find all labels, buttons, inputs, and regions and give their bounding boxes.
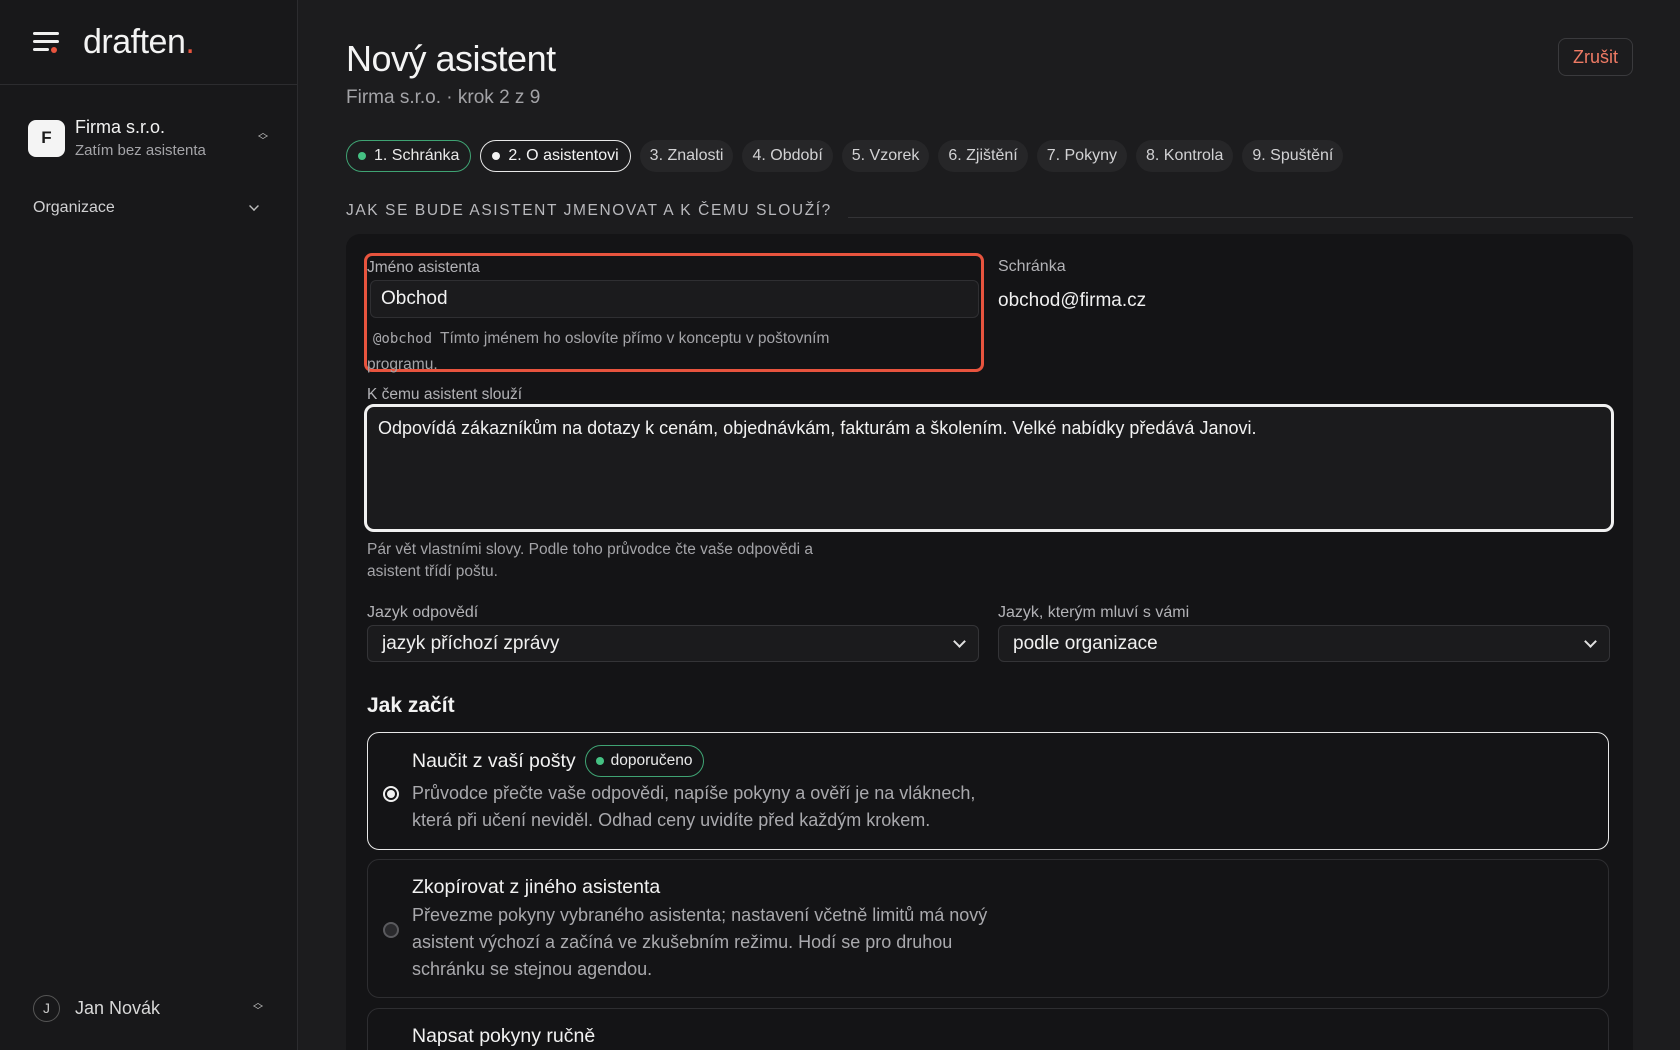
sidebar-header: draften. <box>0 0 297 85</box>
step-label: 5. Vzorek <box>851 147 920 164</box>
step-o-asistentovi[interactable]: 2. O asistentovi <box>480 140 631 172</box>
name-help-text: @obchod Tímto jménem ho oslovíte přímo v … <box>367 326 887 377</box>
option-description: Převezme pokyny vybraného asistenta; nas… <box>412 905 988 979</box>
step-label: 4. Období <box>752 147 823 164</box>
step-label: 1. Schránka <box>374 147 460 164</box>
wizard-steps: 1. Schránka 2. O asistentovi 3. Znalosti… <box>346 140 1344 172</box>
step-schranka[interactable]: 1. Schránka <box>346 140 472 172</box>
reply-language-select[interactable]: jazyk příchozí zprávy <box>367 625 979 662</box>
option-title-text: Naučit z vaší pošty <box>412 749 576 772</box>
step-znalosti[interactable]: 3. Znalosti <box>639 140 734 172</box>
mailbox-value: obchod@firma.cz <box>998 290 1147 311</box>
divider <box>847 216 1633 218</box>
page-subtitle: Firma s.r.o. · krok 2 z 9 <box>346 87 541 108</box>
option-learn-from-mail[interactable]: Naučit z vaší pošty doporučeno Průvodce … <box>367 732 1609 850</box>
recommended-badge: doporučeno <box>584 745 704 777</box>
ui-language-value: podle organizace <box>1013 632 1158 654</box>
name-label: Jméno asistenta <box>367 259 480 276</box>
ui-language-label: Jazyk, kterým mluví s vámi <box>998 604 1190 621</box>
purpose-textarea[interactable]: Odpovídá zákazníkům na dotazy k cenám, o… <box>364 404 1614 532</box>
step-vzorek[interactable]: 5. Vzorek <box>841 140 930 172</box>
section-heading: JAK SE BUDE ASISTENT JMENOVAT A K ČEMU S… <box>346 202 1633 220</box>
step-obdobi[interactable]: 4. Období <box>742 140 833 172</box>
badge-dot <box>595 757 604 765</box>
org-name: Firma s.r.o. <box>75 117 166 137</box>
step-pokyny[interactable]: 7. Pokyny <box>1036 140 1127 172</box>
user-name: Jan Novák <box>75 997 161 1018</box>
avatar: J <box>33 994 60 1022</box>
section-heading-text: JAK SE BUDE ASISTENT JMENOVAT A K ČEMU S… <box>346 202 832 219</box>
assistant-name-input[interactable] <box>370 280 979 318</box>
cancel-button[interactable]: Zrušit <box>1558 38 1633 76</box>
sidebar: draften. F Firma s.r.o. Zatím bez asiste… <box>0 0 298 1050</box>
ui-language-select[interactable]: podle organizace <box>998 625 1610 662</box>
menu-icon[interactable] <box>33 32 59 53</box>
step-label: 9. Spuštění <box>1252 147 1334 164</box>
org-avatar: F <box>28 119 65 157</box>
option-title-text: Napsat pokyny ručně <box>412 1025 596 1047</box>
user-switcher[interactable]: J Jan Novák ︿ ﹀ <box>33 993 265 1023</box>
option-title: Napsat pokyny ručně <box>412 1025 595 1048</box>
option-title: Zkopírovat z jiného asistenta <box>412 876 660 899</box>
chevron-up-down-icon: ︿ ﹀ <box>253 998 263 1017</box>
chevron-down-icon <box>953 634 966 648</box>
main-content: Nový asistent Firma s.r.o. · krok 2 z 9 … <box>298 0 1680 1050</box>
step-spusteni[interactable]: 9. Spuštění <box>1242 140 1344 172</box>
start-title: Jak začít <box>367 694 455 717</box>
step-label: 2. O asistentovi <box>508 147 619 164</box>
chevron-down-icon <box>249 201 259 211</box>
logo[interactable]: draften. <box>83 23 195 62</box>
step-zjisteni[interactable]: 6. Zjištění <box>938 140 1028 172</box>
radio-copy-assistant[interactable] <box>383 922 399 938</box>
option-write-manually[interactable]: Napsat pokyny ručně <box>367 1008 1609 1050</box>
radio-learn-from-mail[interactable] <box>383 786 399 802</box>
chevron-up-down-icon: ︿ ﹀ <box>258 128 268 147</box>
step-label: 6. Zjištění <box>948 147 1018 164</box>
step-label: 3. Znalosti <box>649 147 724 164</box>
mailbox-label: Schránka <box>998 258 1066 275</box>
reply-language-label: Jazyk odpovědí <box>367 604 479 621</box>
sidebar-item-label: Organizace <box>33 199 115 216</box>
page-title: Nový asistent <box>346 38 556 79</box>
name-field-group: Jméno asistenta @obchodTímto jménem ho o… <box>364 253 984 373</box>
sidebar-item-organizace[interactable]: Organizace <box>33 199 265 217</box>
step-status-dot <box>358 152 366 160</box>
form-card: Jméno asistenta @obchodTímto jménem ho o… <box>346 234 1633 1050</box>
option-copy-assistant[interactable]: Zkopírovat z jiného asistenta Převezme p… <box>367 859 1609 998</box>
step-status-dot <box>492 152 501 160</box>
purpose-label: K čemu asistent slouží <box>367 386 523 403</box>
name-handle: @obchod <box>373 331 433 347</box>
option-title-text: Zkopírovat z jiného asistenta <box>412 876 661 898</box>
badge-label: doporučeno <box>610 752 693 769</box>
step-label: 8. Kontrola <box>1145 147 1224 164</box>
step-kontrola[interactable]: 8. Kontrola <box>1135 140 1234 172</box>
org-subtitle: Zatím bez asistenta <box>75 142 206 159</box>
step-label: 7. Pokyny <box>1046 147 1117 164</box>
option-description: Průvodce přečte vaše odpovědi, napíše po… <box>412 783 976 830</box>
org-switcher[interactable]: F Firma s.r.o. Zatím bez asistenta ︿ ﹀ <box>28 116 270 160</box>
chevron-down-icon <box>1584 634 1597 648</box>
reply-language-value: jazyk příchozí zprávy <box>382 632 560 654</box>
purpose-help-text: Pár vět vlastními slovy. Podle toho prův… <box>367 541 814 580</box>
option-title: Naučit z vaší pošty doporučeno <box>412 745 704 777</box>
